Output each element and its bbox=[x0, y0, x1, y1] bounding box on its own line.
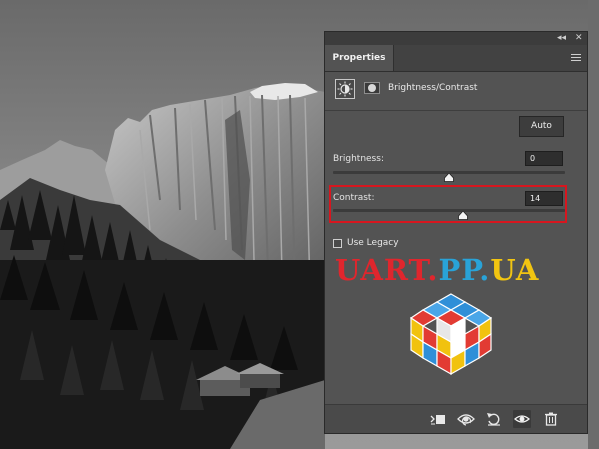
watermark-letter: U bbox=[335, 253, 361, 287]
layer-mask-icon[interactable] bbox=[364, 82, 380, 94]
auto-button[interactable]: Auto bbox=[519, 116, 564, 137]
watermark-letter: A bbox=[515, 253, 540, 287]
watermark-letter: P bbox=[461, 253, 480, 287]
watermark-letter: A bbox=[360, 253, 384, 287]
rubik-cube-logo-icon bbox=[407, 290, 495, 376]
close-panel-icon[interactable]: ✕ bbox=[575, 33, 583, 44]
toggle-visibility-icon[interactable] bbox=[513, 410, 531, 428]
brightness-label: Brightness: bbox=[333, 154, 384, 164]
use-legacy-checkbox[interactable] bbox=[333, 239, 342, 248]
tab-properties[interactable]: Properties bbox=[325, 45, 394, 71]
adjustment-title: Brightness/Contrast bbox=[388, 83, 478, 93]
contrast-slider-track[interactable] bbox=[333, 209, 565, 212]
watermark-letter: U bbox=[490, 253, 516, 287]
contrast-value-field[interactable]: 14 bbox=[525, 191, 563, 206]
reset-icon[interactable] bbox=[485, 410, 503, 428]
adjustment-header: Brightness/Contrast bbox=[333, 78, 579, 100]
brightness-value-field[interactable]: 0 bbox=[525, 151, 563, 166]
contrast-label: Contrast: bbox=[333, 193, 375, 203]
collapse-panel-icon[interactable]: ◂◂ bbox=[557, 33, 566, 44]
delete-icon[interactable] bbox=[542, 410, 560, 428]
watermark-letter: . bbox=[479, 253, 491, 287]
watermark-letter: T bbox=[408, 253, 428, 287]
panel-bottom-toolbar bbox=[325, 404, 587, 433]
watermark-letter: R bbox=[383, 253, 409, 287]
brightness-contrast-icon[interactable] bbox=[335, 79, 355, 99]
clip-to-layer-icon[interactable] bbox=[429, 410, 447, 428]
watermark-letter: . bbox=[427, 253, 439, 287]
brightness-slider-thumb[interactable] bbox=[444, 172, 454, 182]
watermark-text: UART.PP.UA bbox=[335, 254, 575, 286]
divider bbox=[325, 110, 587, 111]
view-previous-state-icon[interactable] bbox=[457, 410, 475, 428]
panel-tab-bar: Properties bbox=[325, 45, 587, 72]
watermark-letter: P bbox=[438, 253, 462, 287]
panel-title-strip: ◂◂ ✕ bbox=[325, 32, 587, 46]
use-legacy-label: Use Legacy bbox=[347, 238, 399, 248]
properties-panel: ◂◂ ✕ Properties Brightness/Contrast Auto… bbox=[324, 31, 588, 434]
hamburger-menu-icon[interactable] bbox=[571, 54, 581, 62]
contrast-slider-thumb[interactable] bbox=[458, 210, 468, 220]
